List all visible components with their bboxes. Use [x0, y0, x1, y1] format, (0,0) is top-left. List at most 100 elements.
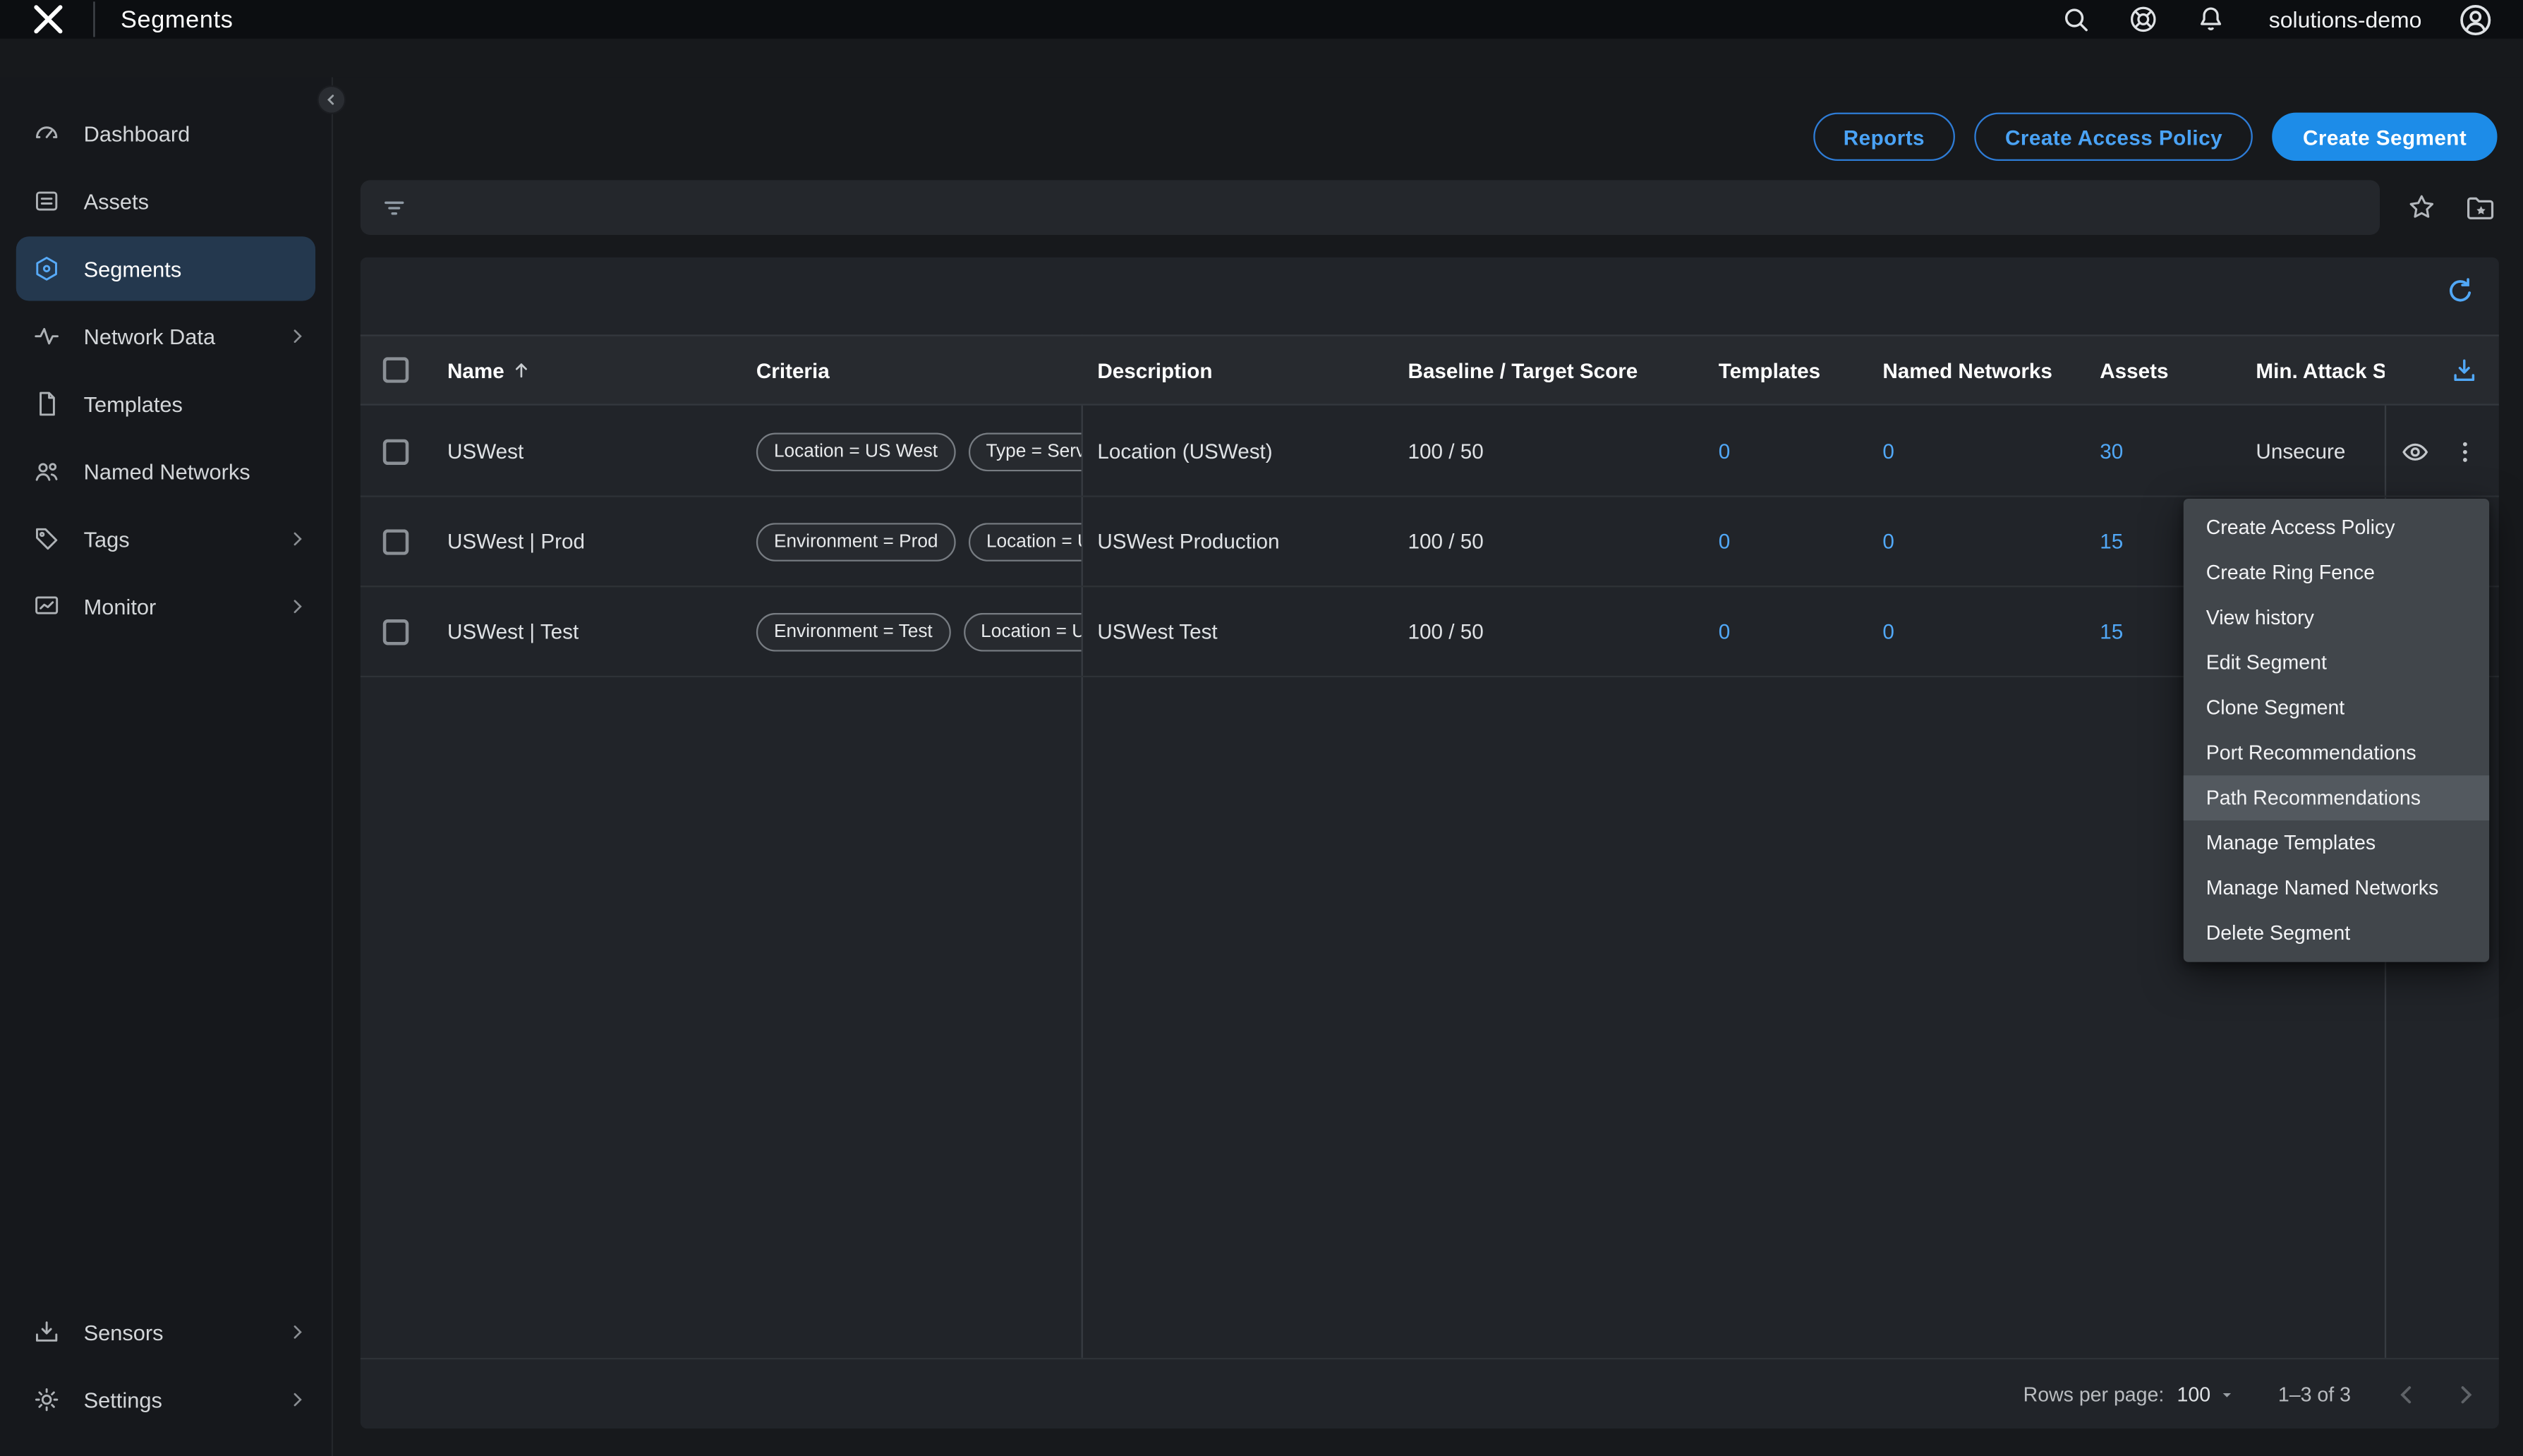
sidebar-item-label: Dashboard: [84, 121, 190, 145]
menu-item-manage-named-networks[interactable]: Manage Named Networks: [2184, 866, 2489, 911]
column-header-description[interactable]: Description: [1082, 358, 1392, 382]
cell-named-networks-count[interactable]: 0: [1867, 529, 2084, 553]
saved-filters-folder-icon[interactable]: [2464, 190, 2498, 224]
menu-item-manage-templates[interactable]: Manage Templates: [2184, 820, 2489, 866]
download-icon[interactable]: [2449, 355, 2479, 385]
network-data-icon: [32, 322, 61, 351]
notifications-bell-icon[interactable]: [2195, 4, 2227, 36]
cell-description: Location (USWest): [1082, 439, 1392, 463]
help-lifering-icon[interactable]: [2127, 4, 2160, 36]
sidebar-item-label: Tags: [84, 527, 130, 551]
sidebar-item-segments[interactable]: Segments: [16, 236, 315, 301]
row-context-menu: Create Access Policy Create Ring Fence V…: [2184, 499, 2489, 962]
table-row[interactable]: USWest | Prod Environment = Prod Locatio…: [361, 497, 2499, 588]
row-checkbox[interactable]: [383, 619, 409, 644]
cell-score: 100 / 50: [1392, 439, 1702, 463]
sort-asc-icon: [511, 359, 533, 382]
cell-score: 100 / 50: [1392, 529, 1702, 553]
sidebar: Dashboard Assets Segments Network Data: [0, 77, 333, 1455]
menu-item-create-access-policy[interactable]: Create Access Policy: [2184, 505, 2489, 550]
cell-assets-count[interactable]: 30: [2083, 439, 2239, 463]
segments-table-card: Name Criteria Description Baseline / Tar…: [361, 257, 2499, 1428]
page-title: Segments: [121, 6, 234, 33]
criteria-chip[interactable]: Environment = Prod: [756, 522, 956, 561]
column-header-criteria[interactable]: Criteria: [740, 358, 1081, 382]
cell-templates-count[interactable]: 0: [1702, 529, 1867, 553]
cell-name: USWest | Test: [431, 619, 740, 643]
row-menu-kebab-icon[interactable]: [2450, 437, 2479, 466]
settings-gear-icon: [32, 1385, 61, 1414]
chevron-right-icon: [286, 1321, 309, 1343]
table-row[interactable]: USWest | Test Environment = Test Locatio…: [361, 587, 2499, 677]
sidebar-item-dashboard[interactable]: Dashboard: [0, 99, 332, 167]
criteria-chip[interactable]: Location = US West: [756, 432, 955, 471]
cell-named-networks-count[interactable]: 0: [1867, 439, 2084, 463]
menu-item-clone-segment[interactable]: Clone Segment: [2184, 686, 2489, 731]
chevron-right-icon: [286, 595, 309, 618]
menu-item-view-history[interactable]: View history: [2184, 595, 2489, 641]
cell-name: USWest: [431, 439, 740, 463]
prev-page-button[interactable]: [2392, 1380, 2421, 1409]
cell-criteria: Environment = Test Location = US: [740, 612, 1081, 651]
table-row[interactable]: USWest Location = US West Type = Server …: [361, 407, 2499, 497]
next-page-button[interactable]: [2450, 1380, 2479, 1409]
page-actions: Reports Create Access Policy Create Segm…: [1813, 113, 2497, 161]
menu-item-edit-segment[interactable]: Edit Segment: [2184, 641, 2489, 686]
table-body: USWest Location = US West Type = Server …: [361, 407, 2499, 677]
sidebar-item-named-networks[interactable]: Named Networks: [0, 437, 332, 505]
sidebar-item-tags[interactable]: Tags: [0, 505, 332, 573]
sidebar-item-monitor[interactable]: Monitor: [0, 573, 332, 641]
criteria-chip[interactable]: Type = Server: [968, 432, 1081, 471]
menu-item-create-ring-fence[interactable]: Create Ring Fence: [2184, 550, 2489, 595]
templates-icon: [32, 389, 61, 418]
menu-item-path-recommendations[interactable]: Path Recommendations: [2184, 775, 2489, 820]
column-header-assets[interactable]: Assets: [2083, 358, 2239, 382]
criteria-chip[interactable]: Environment = Test: [756, 612, 950, 651]
criteria-chip[interactable]: Location = US: [969, 522, 1082, 561]
rows-per-page-select[interactable]: 100: [2177, 1383, 2237, 1405]
star-icon[interactable]: [2406, 191, 2438, 224]
filter-input[interactable]: [361, 180, 2380, 235]
cell-criteria: Environment = Prod Location = US: [740, 522, 1081, 561]
account-avatar-icon[interactable]: [2457, 1, 2493, 37]
row-checkbox[interactable]: [383, 528, 409, 554]
criteria-chip[interactable]: Location = US: [963, 612, 1081, 651]
app-root: Segments solutions-demo: [0, 0, 2523, 1456]
refresh-icon[interactable]: [2444, 275, 2476, 308]
main-content: Reports Create Access Policy Create Segm…: [333, 77, 2523, 1455]
column-header-templates[interactable]: Templates: [1702, 358, 1867, 382]
chevron-right-icon: [286, 1388, 309, 1411]
sidebar-item-label: Templates: [84, 392, 183, 415]
row-checkbox[interactable]: [383, 438, 409, 463]
select-all-checkbox[interactable]: [383, 357, 409, 382]
sidebar-item-settings[interactable]: Settings: [0, 1366, 332, 1433]
create-segment-button[interactable]: Create Segment: [2273, 113, 2498, 161]
cell-templates-count[interactable]: 0: [1702, 619, 1867, 643]
search-icon[interactable]: [2059, 4, 2092, 36]
sidebar-item-label: Assets: [84, 189, 149, 213]
cell-templates-count[interactable]: 0: [1702, 439, 1867, 463]
sensors-icon: [32, 1318, 61, 1347]
column-header-min-attack-surface[interactable]: Min. Attack S: [2240, 358, 2385, 382]
sidebar-item-label: Monitor: [84, 595, 157, 619]
create-access-policy-button[interactable]: Create Access Policy: [1975, 113, 2253, 161]
account-name: solutions-demo: [2269, 6, 2422, 32]
cell-score: 100 / 50: [1392, 619, 1702, 643]
column-header-name[interactable]: Name: [431, 358, 740, 382]
cell-named-networks-count[interactable]: 0: [1867, 619, 2084, 643]
app-logo-icon[interactable]: [29, 0, 68, 39]
sidebar-item-assets[interactable]: Assets: [0, 167, 332, 235]
column-header-named-networks[interactable]: Named Networks: [1867, 358, 2084, 382]
cell-description: USWest Test: [1082, 619, 1392, 643]
chevron-right-icon: [286, 325, 309, 348]
column-header-baseline-target-score[interactable]: Baseline / Target Score: [1392, 358, 1702, 382]
sidebar-collapse-button[interactable]: [319, 87, 344, 112]
sidebar-item-templates[interactable]: Templates: [0, 370, 332, 438]
menu-item-delete-segment[interactable]: Delete Segment: [2184, 911, 2489, 956]
sidebar-item-network-data[interactable]: Network Data: [0, 303, 332, 370]
sidebar-item-sensors[interactable]: Sensors: [0, 1298, 332, 1366]
reports-button[interactable]: Reports: [1813, 113, 1955, 161]
view-eye-icon[interactable]: [2399, 435, 2431, 468]
menu-item-port-recommendations[interactable]: Port Recommendations: [2184, 730, 2489, 775]
sidebar-item-label: Network Data: [84, 324, 216, 348]
